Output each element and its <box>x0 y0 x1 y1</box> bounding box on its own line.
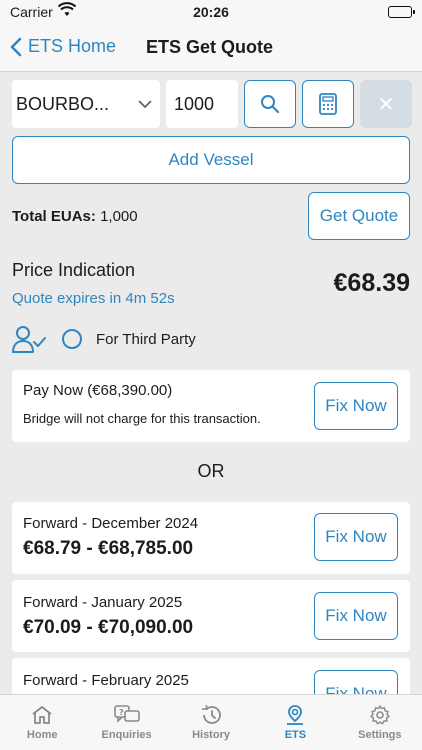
chevron-left-icon <box>10 37 22 56</box>
total-euas-label: Total EUAs: <box>12 208 96 225</box>
forward-fix-button[interactable]: Fix Now <box>314 670 398 694</box>
chevron-down-icon <box>138 99 152 108</box>
tab-label: History <box>192 729 230 741</box>
tab-settings[interactable]: Settings <box>338 695 422 750</box>
svg-text:?: ? <box>119 708 124 717</box>
tab-bar: Home ? Enquiries History ETS Settings <box>0 694 422 750</box>
back-label: ETS Home <box>28 36 117 56</box>
tab-home[interactable]: Home <box>0 695 84 750</box>
quote-expiry: Quote expires in 4m 52s <box>12 290 175 307</box>
pay-now-card: Pay Now (€68,390.00) Bridge will not cha… <box>12 370 410 442</box>
home-icon <box>32 706 52 724</box>
pay-now-note: Bridge will not charge for this transact… <box>23 411 261 426</box>
price-value: €68.39 <box>333 269 410 297</box>
status-bar: Carrier 20:26 <box>0 0 422 24</box>
user-check-icon <box>12 326 46 353</box>
ets-icon <box>287 705 304 725</box>
battery-icon <box>388 6 415 18</box>
forward-fix-button[interactable]: Fix Now <box>314 513 398 561</box>
third-party-option[interactable]: For Third Party <box>12 324 196 354</box>
close-icon: ✕ <box>377 93 395 116</box>
add-vessel-button[interactable]: Add Vessel <box>12 136 410 184</box>
navigation-bar: ETS Home ETS Get Quote <box>0 24 422 72</box>
third-party-label: For Third Party <box>96 330 196 348</box>
tab-label: Home <box>26 729 58 741</box>
forward-title: Forward - January 2025 <box>23 594 183 611</box>
total-euas-value: 1,000 <box>100 208 138 225</box>
forward-card: Forward - December 2024 €68.79 - €68,785… <box>12 502 410 574</box>
back-button[interactable]: ETS Home <box>10 36 116 57</box>
forward-title: Forward - February 2025 <box>23 672 189 689</box>
pay-now-fix-button[interactable]: Fix Now <box>314 382 398 430</box>
tab-label: Enquiries <box>101 729 152 741</box>
clear-button[interactable]: ✕ <box>360 80 412 128</box>
forward-amount: €70.09 - €70,090.00 <box>23 617 194 638</box>
quantity-input[interactable]: 1000 <box>166 80 238 128</box>
vessel-select-value: BOURBO... <box>16 93 110 114</box>
tab-enquiries[interactable]: ? Enquiries <box>84 695 168 750</box>
forward-title: Forward - December 2024 <box>23 515 199 532</box>
or-divider: OR <box>197 461 225 481</box>
search-button[interactable] <box>244 80 296 128</box>
enquiries-icon: ? <box>113 705 140 723</box>
forward-amount: €68.79 - €68,785.00 <box>23 538 194 559</box>
third-party-radio[interactable] <box>62 329 82 349</box>
forward-card: Forward - February 2025 Fix Now <box>12 658 410 694</box>
tab-label: ETS <box>284 729 307 741</box>
vessel-select[interactable]: BOURBO... <box>12 80 160 128</box>
price-indication-label: Price Indication <box>12 260 136 280</box>
history-icon <box>201 705 221 724</box>
vessel-input-row: BOURBO... 1000 ✕ <box>12 80 412 128</box>
forward-card: Forward - January 2025 €70.09 - €70,090.… <box>12 580 410 652</box>
clock: 20:26 <box>193 4 229 20</box>
calculator-icon <box>319 93 337 115</box>
tab-label: Settings <box>358 729 402 741</box>
get-quote-button[interactable]: Get Quote <box>308 192 410 240</box>
forward-fix-button[interactable]: Fix Now <box>314 592 398 640</box>
tab-ets[interactable]: ETS <box>253 695 337 750</box>
page-title: ETS Get Quote <box>146 37 274 57</box>
total-euas: Total EUAs: 1,000 <box>12 208 138 225</box>
settings-icon <box>370 705 390 725</box>
search-icon <box>261 95 280 114</box>
tab-history[interactable]: History <box>169 695 253 750</box>
pay-now-title: Pay Now (€68,390.00) <box>23 382 173 399</box>
quantity-value: 1000 <box>174 93 215 114</box>
main-content: BOURBO... 1000 ✕ Add Vessel Total EUAs: … <box>0 72 422 694</box>
calculator-button[interactable] <box>302 80 354 128</box>
